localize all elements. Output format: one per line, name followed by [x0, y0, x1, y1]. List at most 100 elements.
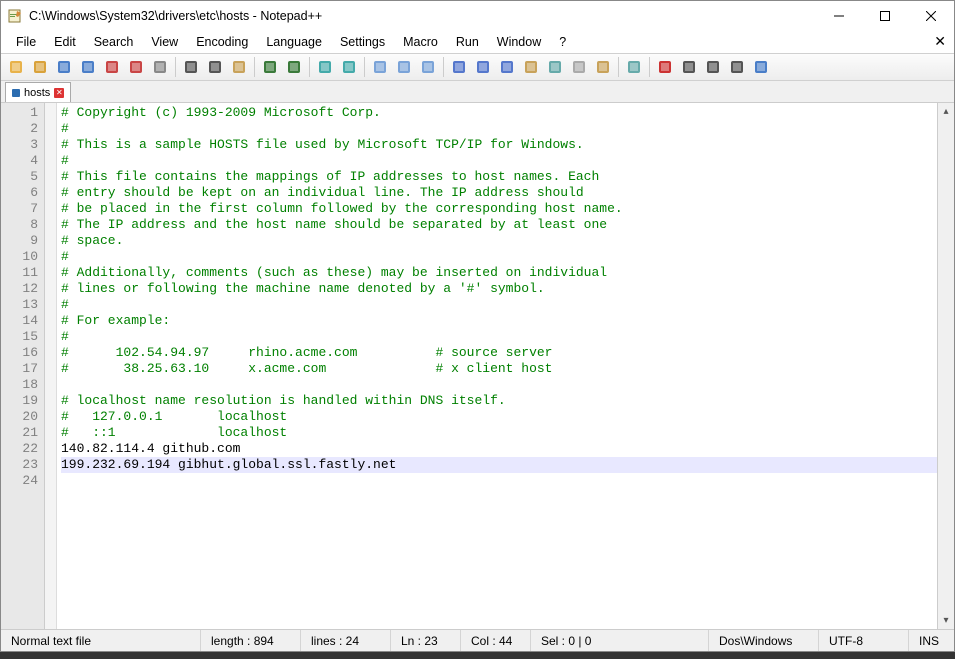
editor-line[interactable]: # 38.25.63.10 x.acme.com # x client host — [61, 361, 950, 377]
line-number: 9 — [3, 233, 38, 249]
editor-line[interactable]: # — [61, 297, 950, 313]
line-number: 13 — [3, 297, 38, 313]
editor-line[interactable]: # 127.0.0.1 localhost — [61, 409, 950, 425]
scroll-down-icon[interactable]: ▾ — [938, 612, 954, 629]
line-number: 20 — [3, 409, 38, 425]
doc-map-button[interactable] — [544, 56, 566, 78]
line-number: 10 — [3, 249, 38, 265]
open-button[interactable] — [29, 56, 51, 78]
print-button[interactable] — [149, 56, 171, 78]
replace-button[interactable] — [338, 56, 360, 78]
editor-line[interactable]: # ::1 localhost — [61, 425, 950, 441]
editor-line[interactable]: # Additionally, comments (such as these)… — [61, 265, 950, 281]
close-button[interactable] — [101, 56, 123, 78]
zoom-in-button[interactable] — [369, 56, 391, 78]
menu-window[interactable]: Window — [488, 33, 550, 51]
line-number: 7 — [3, 201, 38, 217]
menu-encoding[interactable]: Encoding — [187, 33, 257, 51]
menu-language[interactable]: Language — [257, 33, 331, 51]
editor-line[interactable]: # be placed in the first column followed… — [61, 201, 950, 217]
func-list-button[interactable] — [568, 56, 590, 78]
editor-line[interactable] — [61, 473, 950, 489]
editor-line[interactable]: # space. — [61, 233, 950, 249]
menu-search[interactable]: Search — [85, 33, 143, 51]
menu-macro[interactable]: Macro — [394, 33, 447, 51]
save-macro-button[interactable] — [750, 56, 772, 78]
close-button[interactable] — [908, 1, 954, 31]
editor-line[interactable]: # — [61, 249, 950, 265]
line-number-gutter: 123456789101112131415161718192021222324 — [1, 103, 45, 629]
menu-view[interactable]: View — [142, 33, 187, 51]
menu-file[interactable]: File — [7, 33, 45, 51]
menu-edit[interactable]: Edit — [45, 33, 85, 51]
allchars-button[interactable] — [472, 56, 494, 78]
line-number: 5 — [3, 169, 38, 185]
play-many-button[interactable] — [726, 56, 748, 78]
paste-icon — [231, 59, 247, 75]
minimize-button[interactable] — [816, 1, 862, 31]
new-button[interactable] — [5, 56, 27, 78]
maximize-button[interactable] — [862, 1, 908, 31]
copy-button[interactable] — [204, 56, 226, 78]
editor-line[interactable]: # Copyright (c) 1993-2009 Microsoft Corp… — [61, 105, 950, 121]
toolbar-separator — [309, 57, 310, 77]
print-icon — [152, 59, 168, 75]
editor-line[interactable]: # This file contains the mappings of IP … — [61, 169, 950, 185]
editor-line[interactable]: # — [61, 153, 950, 169]
cut-button[interactable] — [180, 56, 202, 78]
editor-line[interactable]: 199.232.69.194 gibhut.global.ssl.fastly.… — [61, 457, 950, 473]
mdi-close-icon[interactable]: ✕ — [934, 33, 946, 50]
indent-guide-button[interactable] — [496, 56, 518, 78]
wordwrap-icon — [451, 59, 467, 75]
save-all-button[interactable] — [77, 56, 99, 78]
tab-close-icon[interactable]: ✕ — [54, 88, 64, 98]
save-all-icon — [80, 59, 96, 75]
doc-map-icon — [547, 59, 563, 75]
play-button[interactable] — [702, 56, 724, 78]
vertical-scrollbar[interactable]: ▴ ▾ — [937, 103, 954, 629]
editor-line[interactable]: # — [61, 329, 950, 345]
folder-button[interactable] — [592, 56, 614, 78]
undo-button[interactable] — [259, 56, 281, 78]
save-button[interactable] — [53, 56, 75, 78]
close-all-icon — [128, 59, 144, 75]
redo-button[interactable] — [283, 56, 305, 78]
notepadpp-window: C:\Windows\System32\drivers\etc\hosts - … — [0, 0, 955, 652]
status-ln: Ln : 23 — [391, 630, 461, 651]
zoom-out-button[interactable] — [393, 56, 415, 78]
editor-line[interactable]: # For example: — [61, 313, 950, 329]
monitor-button[interactable] — [623, 56, 645, 78]
tab-hosts[interactable]: hosts ✕ — [5, 82, 71, 102]
scroll-up-icon[interactable]: ▴ — [938, 103, 954, 120]
status-lines: lines : 24 — [301, 630, 391, 651]
editor-line[interactable]: 140.82.114.4 github.com — [61, 441, 950, 457]
editor-line[interactable]: # 102.54.94.97 rhino.acme.com # source s… — [61, 345, 950, 361]
editor-line[interactable]: # This is a sample HOSTS file used by Mi… — [61, 137, 950, 153]
text-editor[interactable]: # Copyright (c) 1993-2009 Microsoft Corp… — [57, 103, 954, 629]
wordwrap-button[interactable] — [448, 56, 470, 78]
line-number: 1 — [3, 105, 38, 121]
record-button[interactable] — [654, 56, 676, 78]
menu-settings[interactable]: Settings — [331, 33, 394, 51]
udl-button[interactable] — [520, 56, 542, 78]
line-number: 8 — [3, 217, 38, 233]
menu-run[interactable]: Run — [447, 33, 488, 51]
save-macro-icon — [753, 59, 769, 75]
toolbar — [1, 53, 954, 81]
find-button[interactable] — [314, 56, 336, 78]
play-many-icon — [729, 59, 745, 75]
func-list-icon — [571, 59, 587, 75]
editor-line[interactable]: # — [61, 121, 950, 137]
sync-button[interactable] — [417, 56, 439, 78]
editor-line[interactable]: # entry should be kept on an individual … — [61, 185, 950, 201]
paste-button[interactable] — [228, 56, 250, 78]
editor-line[interactable]: # lines or following the machine name de… — [61, 281, 950, 297]
stop-button[interactable] — [678, 56, 700, 78]
cut-icon — [183, 59, 199, 75]
editor-line[interactable]: # The IP address and the host name shoul… — [61, 217, 950, 233]
menu-help[interactable]: ? — [550, 33, 575, 51]
fold-margin — [45, 103, 57, 629]
editor-line[interactable]: # localhost name resolution is handled w… — [61, 393, 950, 409]
editor-line[interactable] — [61, 377, 950, 393]
close-all-button[interactable] — [125, 56, 147, 78]
